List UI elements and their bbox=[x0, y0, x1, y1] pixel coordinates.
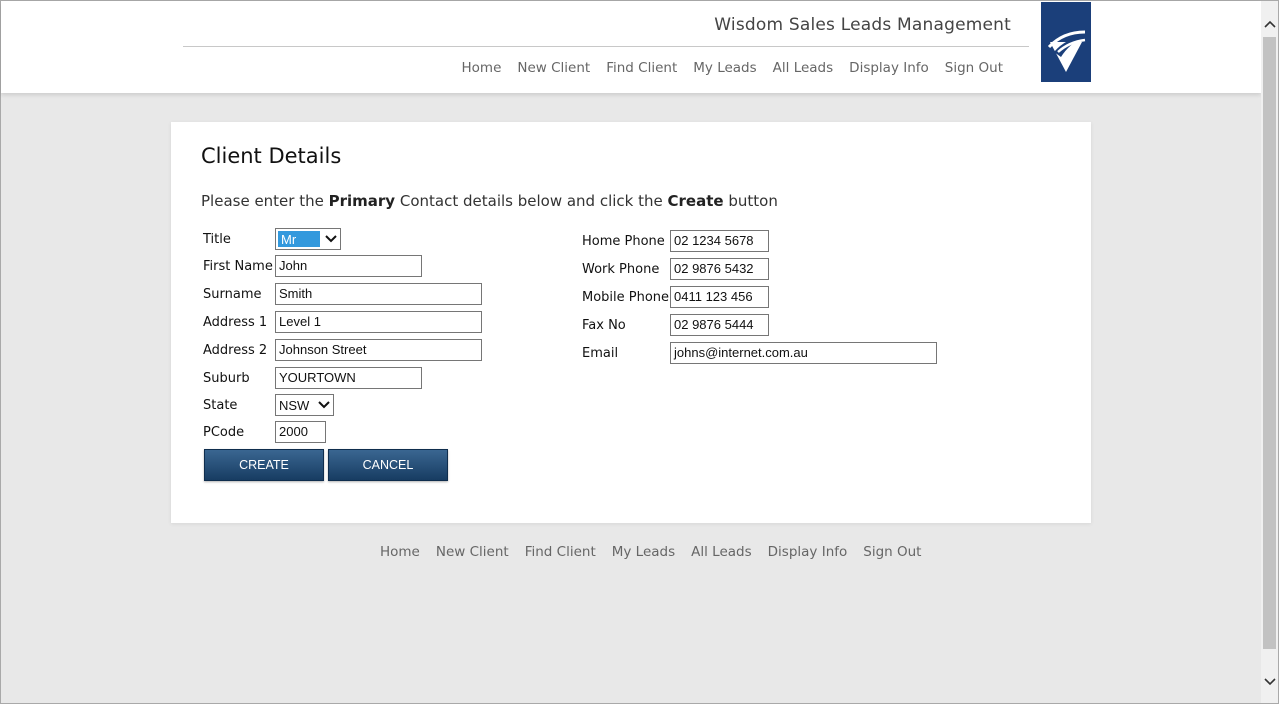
email-input[interactable]: johns@internet.com.au bbox=[670, 342, 937, 364]
state-select-value: NSW bbox=[279, 397, 310, 413]
fax-input[interactable]: 02 9876 5444 bbox=[670, 314, 769, 336]
instructions-text: Contact details below and click the bbox=[395, 192, 668, 210]
scroll-down-icon[interactable] bbox=[1261, 673, 1278, 690]
address2-label: Address 2 bbox=[203, 343, 268, 358]
suburb-input[interactable]: YOURTOWN bbox=[275, 367, 422, 389]
footer-nav-display-info[interactable]: Display Info bbox=[768, 544, 848, 560]
footer-nav-my-leads[interactable]: My Leads bbox=[612, 544, 675, 560]
scrollbar-thumb[interactable] bbox=[1263, 37, 1276, 649]
title-select-value: Mr bbox=[278, 231, 320, 247]
footer-nav-new-client[interactable]: New Client bbox=[436, 544, 509, 560]
address1-input[interactable]: Level 1 bbox=[275, 311, 482, 333]
surname-label: Surname bbox=[203, 287, 262, 302]
nav-sign-out[interactable]: Sign Out bbox=[945, 60, 1003, 76]
mobile-phone-label: Mobile Phone bbox=[582, 290, 670, 305]
fax-label: Fax No bbox=[582, 318, 626, 333]
pcode-input[interactable]: 2000 bbox=[275, 421, 326, 443]
nav-display-info[interactable]: Display Info bbox=[849, 60, 929, 76]
nav-find-client[interactable]: Find Client bbox=[606, 60, 677, 76]
title-select[interactable]: Mr bbox=[275, 228, 341, 250]
header-divider bbox=[183, 46, 1029, 47]
scroll-up-icon[interactable] bbox=[1261, 15, 1278, 32]
vertical-scrollbar[interactable] bbox=[1261, 1, 1278, 703]
header: Wisdom Sales Leads Management Home New C… bbox=[1, 1, 1261, 93]
home-phone-label: Home Phone bbox=[582, 234, 665, 249]
top-nav: Home New Client Find Client My Leads All… bbox=[462, 60, 1003, 76]
first-name-input[interactable]: John bbox=[275, 255, 422, 277]
address2-input[interactable]: Johnson Street bbox=[275, 339, 482, 361]
instructions-text: button bbox=[723, 192, 778, 210]
page-title: Client Details bbox=[201, 144, 342, 168]
chevron-down-icon bbox=[315, 395, 333, 415]
nav-home[interactable]: Home bbox=[462, 60, 502, 76]
suburb-label: Suburb bbox=[203, 371, 250, 386]
client-details-card: Client Details Please enter the Primary … bbox=[171, 122, 1091, 523]
footer-nav-all-leads[interactable]: All Leads bbox=[691, 544, 752, 560]
instructions-bold-create: Create bbox=[667, 192, 724, 210]
footer-nav-home[interactable]: Home bbox=[380, 544, 420, 560]
instructions-text: Please enter the bbox=[201, 192, 329, 210]
pcode-label: PCode bbox=[203, 425, 245, 440]
footer-nav: Home New Client Find Client My Leads All… bbox=[380, 544, 921, 560]
cancel-button[interactable]: CANCEL bbox=[328, 449, 448, 481]
state-label: State bbox=[203, 398, 238, 413]
home-phone-input[interactable]: 02 1234 5678 bbox=[670, 230, 769, 252]
work-phone-input[interactable]: 02 9876 5432 bbox=[670, 258, 769, 280]
create-button[interactable]: CREATE bbox=[204, 449, 324, 481]
form-instructions: Please enter the Primary Contact details… bbox=[201, 192, 778, 210]
brand-logo bbox=[1041, 2, 1091, 82]
email-label: Email bbox=[582, 346, 619, 361]
nav-my-leads[interactable]: My Leads bbox=[693, 60, 756, 76]
brand-logo-icon bbox=[1047, 30, 1086, 72]
footer-nav-sign-out[interactable]: Sign Out bbox=[863, 544, 921, 560]
chevron-down-icon bbox=[322, 229, 340, 249]
instructions-bold-primary: Primary bbox=[328, 192, 396, 210]
first-name-label: First Name bbox=[203, 259, 273, 274]
nav-new-client[interactable]: New Client bbox=[517, 60, 590, 76]
address1-label: Address 1 bbox=[203, 315, 268, 330]
state-select[interactable]: NSW bbox=[275, 394, 334, 416]
mobile-phone-input[interactable]: 0411 123 456 bbox=[670, 286, 769, 308]
app-title: Wisdom Sales Leads Management bbox=[714, 15, 1011, 35]
title-label: Title bbox=[203, 232, 231, 247]
work-phone-label: Work Phone bbox=[582, 262, 660, 277]
nav-all-leads[interactable]: All Leads bbox=[773, 60, 834, 76]
surname-input[interactable]: Smith bbox=[275, 283, 482, 305]
footer-nav-find-client[interactable]: Find Client bbox=[525, 544, 596, 560]
